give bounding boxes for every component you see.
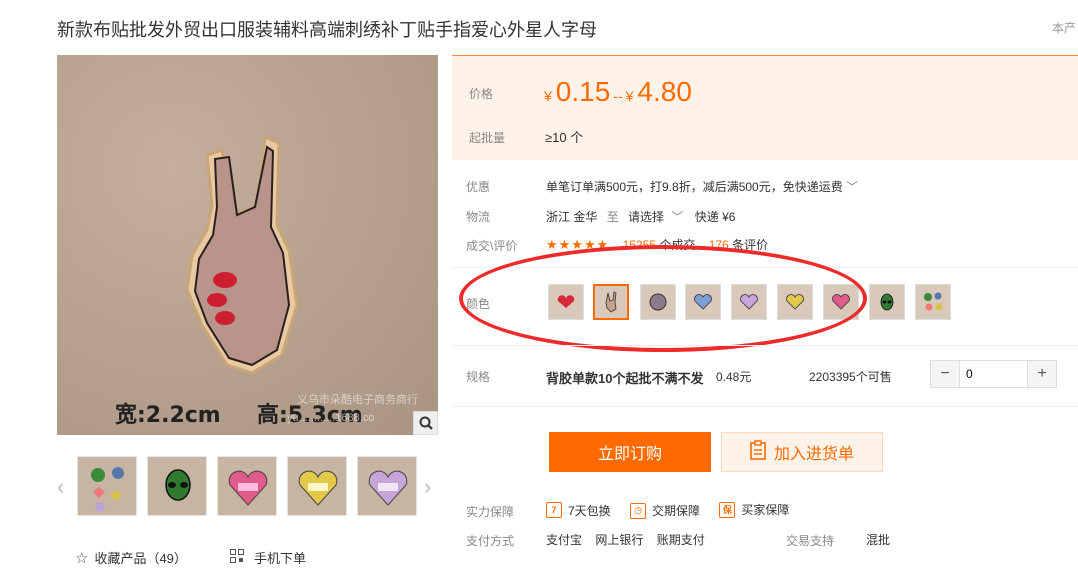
- swatch-grey-patch[interactable]: [640, 284, 676, 320]
- swatch-blue-heart[interactable]: [685, 284, 721, 320]
- quantity-plus-button[interactable]: +: [1028, 361, 1056, 387]
- promo-label: 优惠: [466, 180, 491, 194]
- reviews-row[interactable]: ★★★★★ 15255 个成交 176 条评价: [546, 236, 768, 253]
- payment-credit: 账期支付: [656, 533, 705, 547]
- divider: [452, 406, 1078, 407]
- mobile-order-button[interactable]: 手机下单: [230, 548, 306, 567]
- color-label: 颜色: [466, 297, 491, 311]
- watermark-url: yu............1688.co: [287, 412, 375, 424]
- delivery-guarantee-icon: ◷: [630, 502, 647, 519]
- mobile-order-label: 手机下单: [254, 551, 307, 566]
- trade-support-value: 混批: [866, 533, 891, 547]
- swatch-purple-heart[interactable]: [731, 284, 767, 320]
- rating-stars-icon: ★★★★★: [546, 237, 610, 252]
- guarantee-7day[interactable]: 7 7天包换: [546, 502, 611, 519]
- guarantee-buyer[interactable]: 保买家保障: [719, 501, 789, 518]
- thumbnail-purple-heart[interactable]: [357, 456, 417, 516]
- seven-day-icon: 7: [546, 502, 562, 518]
- quantity-input[interactable]: [959, 361, 1028, 387]
- add-to-cart-button[interactable]: 加入进货单: [721, 432, 883, 472]
- logistics-origin: 浙江 金华: [546, 210, 598, 224]
- favorite-button[interactable]: ☆ 收藏产品（49）: [75, 548, 187, 567]
- swatch-mixed[interactable]: [915, 284, 951, 320]
- qr-code-icon: [230, 549, 244, 566]
- payment-alipay: 支付宝: [546, 533, 583, 547]
- trade-support-label: 交易支持: [786, 534, 835, 548]
- title-right-text: 本产: [1052, 21, 1077, 35]
- reviews-label: 成交\评价: [466, 239, 518, 253]
- spec-stock: 2203395个可售: [809, 370, 892, 384]
- express-fee: 快递 ¥6: [694, 210, 736, 224]
- clipboard-icon: [750, 439, 766, 465]
- payment-label: 支付方式: [466, 534, 515, 548]
- chevron-down-icon: ﹀: [846, 180, 859, 194]
- moq-label: 起批量: [469, 131, 506, 145]
- spec-label: 规格: [466, 370, 491, 384]
- thumbnail-yellow-heart[interactable]: [287, 456, 347, 516]
- shield-icon: 保: [719, 501, 736, 518]
- quantity-stepper[interactable]: − +: [930, 360, 1057, 388]
- peace-hand-patch: [185, 134, 299, 375]
- deal-count: 15255: [622, 238, 656, 252]
- swatch-peace-hand[interactable]: [593, 284, 629, 320]
- chevron-down-icon[interactable]: ﹀: [671, 210, 683, 224]
- star-outline-icon: ☆: [75, 549, 89, 567]
- thumbnail-alien[interactable]: [147, 456, 207, 516]
- zoom-icon[interactable]: [413, 411, 438, 435]
- thumb-next-arrow-icon[interactable]: ›: [424, 474, 431, 500]
- swatch-pink-heart[interactable]: [823, 284, 859, 320]
- guarantee-list: 7 7天包换 ◷ 交期保障 保买家保障: [546, 501, 805, 519]
- price-high: 4.80: [637, 76, 692, 107]
- review-count: 176: [708, 238, 729, 252]
- guarantee-delivery[interactable]: ◷ 交期保障: [630, 502, 700, 519]
- logistics-destination-select[interactable]: 请选择: [628, 210, 664, 224]
- divider: [452, 267, 1078, 268]
- thumbnail-mixed[interactable]: [77, 456, 137, 516]
- spec-name: 背胶单款10个起批不满不发: [546, 371, 704, 386]
- swatch-alien[interactable]: [869, 284, 905, 320]
- add-to-cart-label: 加入进货单: [773, 446, 854, 463]
- price-label: 价格: [469, 87, 494, 101]
- buy-now-button[interactable]: 立即订购: [549, 432, 711, 472]
- swatch-heart-red[interactable]: [548, 284, 584, 320]
- promo-text[interactable]: 单笔订单满500元，打9.8折，减后满500元，免快递运费 ﹀: [546, 178, 858, 195]
- price-panel: 价格 ¥ 0.15 -- ¥ 4.80 起批量 ≥10 个: [452, 55, 1078, 160]
- product-title: 新款布贴批发外贸出口服装辅料高端刺绣补丁贴手指爱心外星人字母: [57, 20, 597, 40]
- moq-value: ≥10 个: [545, 130, 584, 145]
- quantity-minus-button[interactable]: −: [931, 361, 959, 387]
- thumb-prev-arrow-icon[interactable]: ‹: [57, 474, 64, 500]
- swatch-yellow-heart[interactable]: [777, 284, 813, 320]
- watermark: 义乌市朵酷电子商务商行: [297, 394, 418, 406]
- favorite-label: 收藏产品（49）: [94, 551, 187, 566]
- payment-bank: 网上银行: [595, 533, 644, 547]
- logistics-label: 物流: [466, 210, 491, 224]
- payment-methods: 支付宝 网上银行 账期支付: [546, 531, 705, 548]
- price-low: 0.15: [555, 76, 611, 107]
- image-width-label: 宽:2.2cm: [115, 403, 221, 428]
- guarantee-label: 实力保障: [466, 505, 515, 519]
- spec-price: 0.48元: [716, 370, 752, 384]
- thumbnail-pink-heart[interactable]: [217, 456, 277, 516]
- main-product-image[interactable]: 宽:2.2cm 高:5.3cm 义乌市朵酷电子商务商行 yu..........…: [57, 55, 438, 435]
- price-range: ¥ 0.15 -- ¥ 4.80: [544, 76, 692, 107]
- logistics-row: 浙江 金华 至 请选择 ﹀ 快递 ¥6: [546, 210, 736, 224]
- divider: [452, 345, 1078, 346]
